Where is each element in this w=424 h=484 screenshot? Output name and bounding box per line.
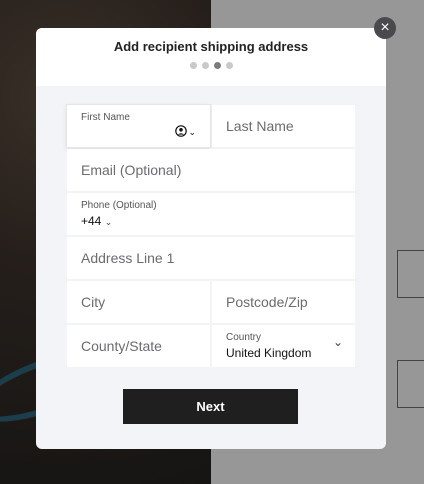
next-button[interactable]: Next — [123, 389, 298, 424]
step-dot — [189, 62, 197, 69]
country-label: Country — [226, 332, 262, 343]
step-dot — [225, 62, 233, 69]
postcode-field[interactable]: Postcode/Zip — [212, 281, 355, 323]
last-name-field[interactable]: Last Name — [212, 105, 355, 147]
first-name-label: First Name — [81, 112, 130, 123]
email-placeholder: Email (Optional) — [81, 162, 182, 178]
country-value: United Kingdom — [226, 346, 312, 360]
country-code-select[interactable]: +44 ⌄ — [81, 214, 112, 228]
phone-label: Phone (Optional) — [81, 200, 157, 211]
modal-header: Add recipient shipping address — [36, 28, 386, 86]
county-placeholder: County/State — [81, 338, 162, 354]
step-indicator — [36, 62, 386, 69]
phone-field[interactable]: Phone (Optional) +44 ⌄ — [67, 193, 355, 235]
address-form: First Name ⌄ Last Name Email (Optional) … — [67, 105, 355, 369]
country-code-value: +44 — [81, 214, 102, 228]
step-dot-active — [213, 62, 221, 69]
address-line-1-placeholder: Address Line 1 — [81, 250, 175, 266]
email-field[interactable]: Email (Optional) — [67, 149, 355, 191]
postcode-placeholder: Postcode/Zip — [226, 294, 308, 310]
modal-title: Add recipient shipping address — [113, 39, 309, 54]
city-field[interactable]: City — [67, 281, 210, 323]
city-placeholder: City — [81, 294, 106, 310]
chevron-down-icon: ⌄ — [332, 335, 343, 349]
chevron-down-icon: ⌄ — [188, 127, 196, 137]
last-name-placeholder: Last Name — [226, 118, 294, 134]
close-icon[interactable]: × — [374, 17, 396, 39]
chevron-down-icon: ⌄ — [104, 217, 113, 227]
country-select[interactable]: Country United Kingdom ⌄ — [212, 325, 355, 367]
address-line-1-field[interactable]: Address Line 1 — [67, 237, 355, 279]
person-circle-icon[interactable]: ⌄ — [175, 125, 196, 138]
first-name-field[interactable]: First Name ⌄ — [67, 105, 210, 147]
county-field[interactable]: County/State — [67, 325, 210, 367]
step-dot — [201, 62, 209, 69]
shipping-address-modal: Add recipient shipping address First Nam… — [36, 28, 386, 449]
